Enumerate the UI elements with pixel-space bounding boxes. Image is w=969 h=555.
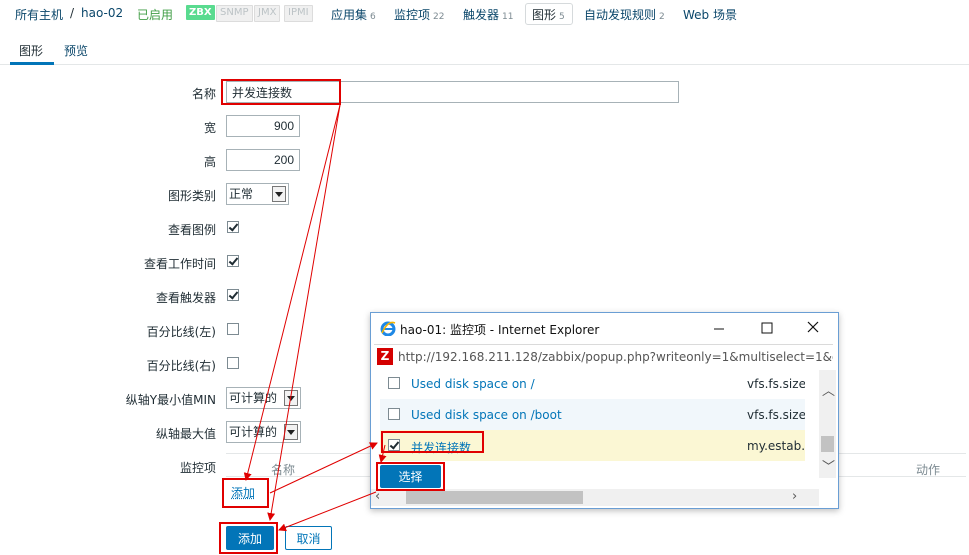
arrow-name-to-add-link	[243, 104, 341, 481]
arrow-select-to-submit	[278, 491, 377, 532]
annotation-arrows	[243, 104, 387, 532]
arrow-add-link-to-item	[269, 442, 378, 494]
arrow-name-to-submit	[267, 104, 341, 521]
arrow-item-to-select	[378, 444, 387, 463]
